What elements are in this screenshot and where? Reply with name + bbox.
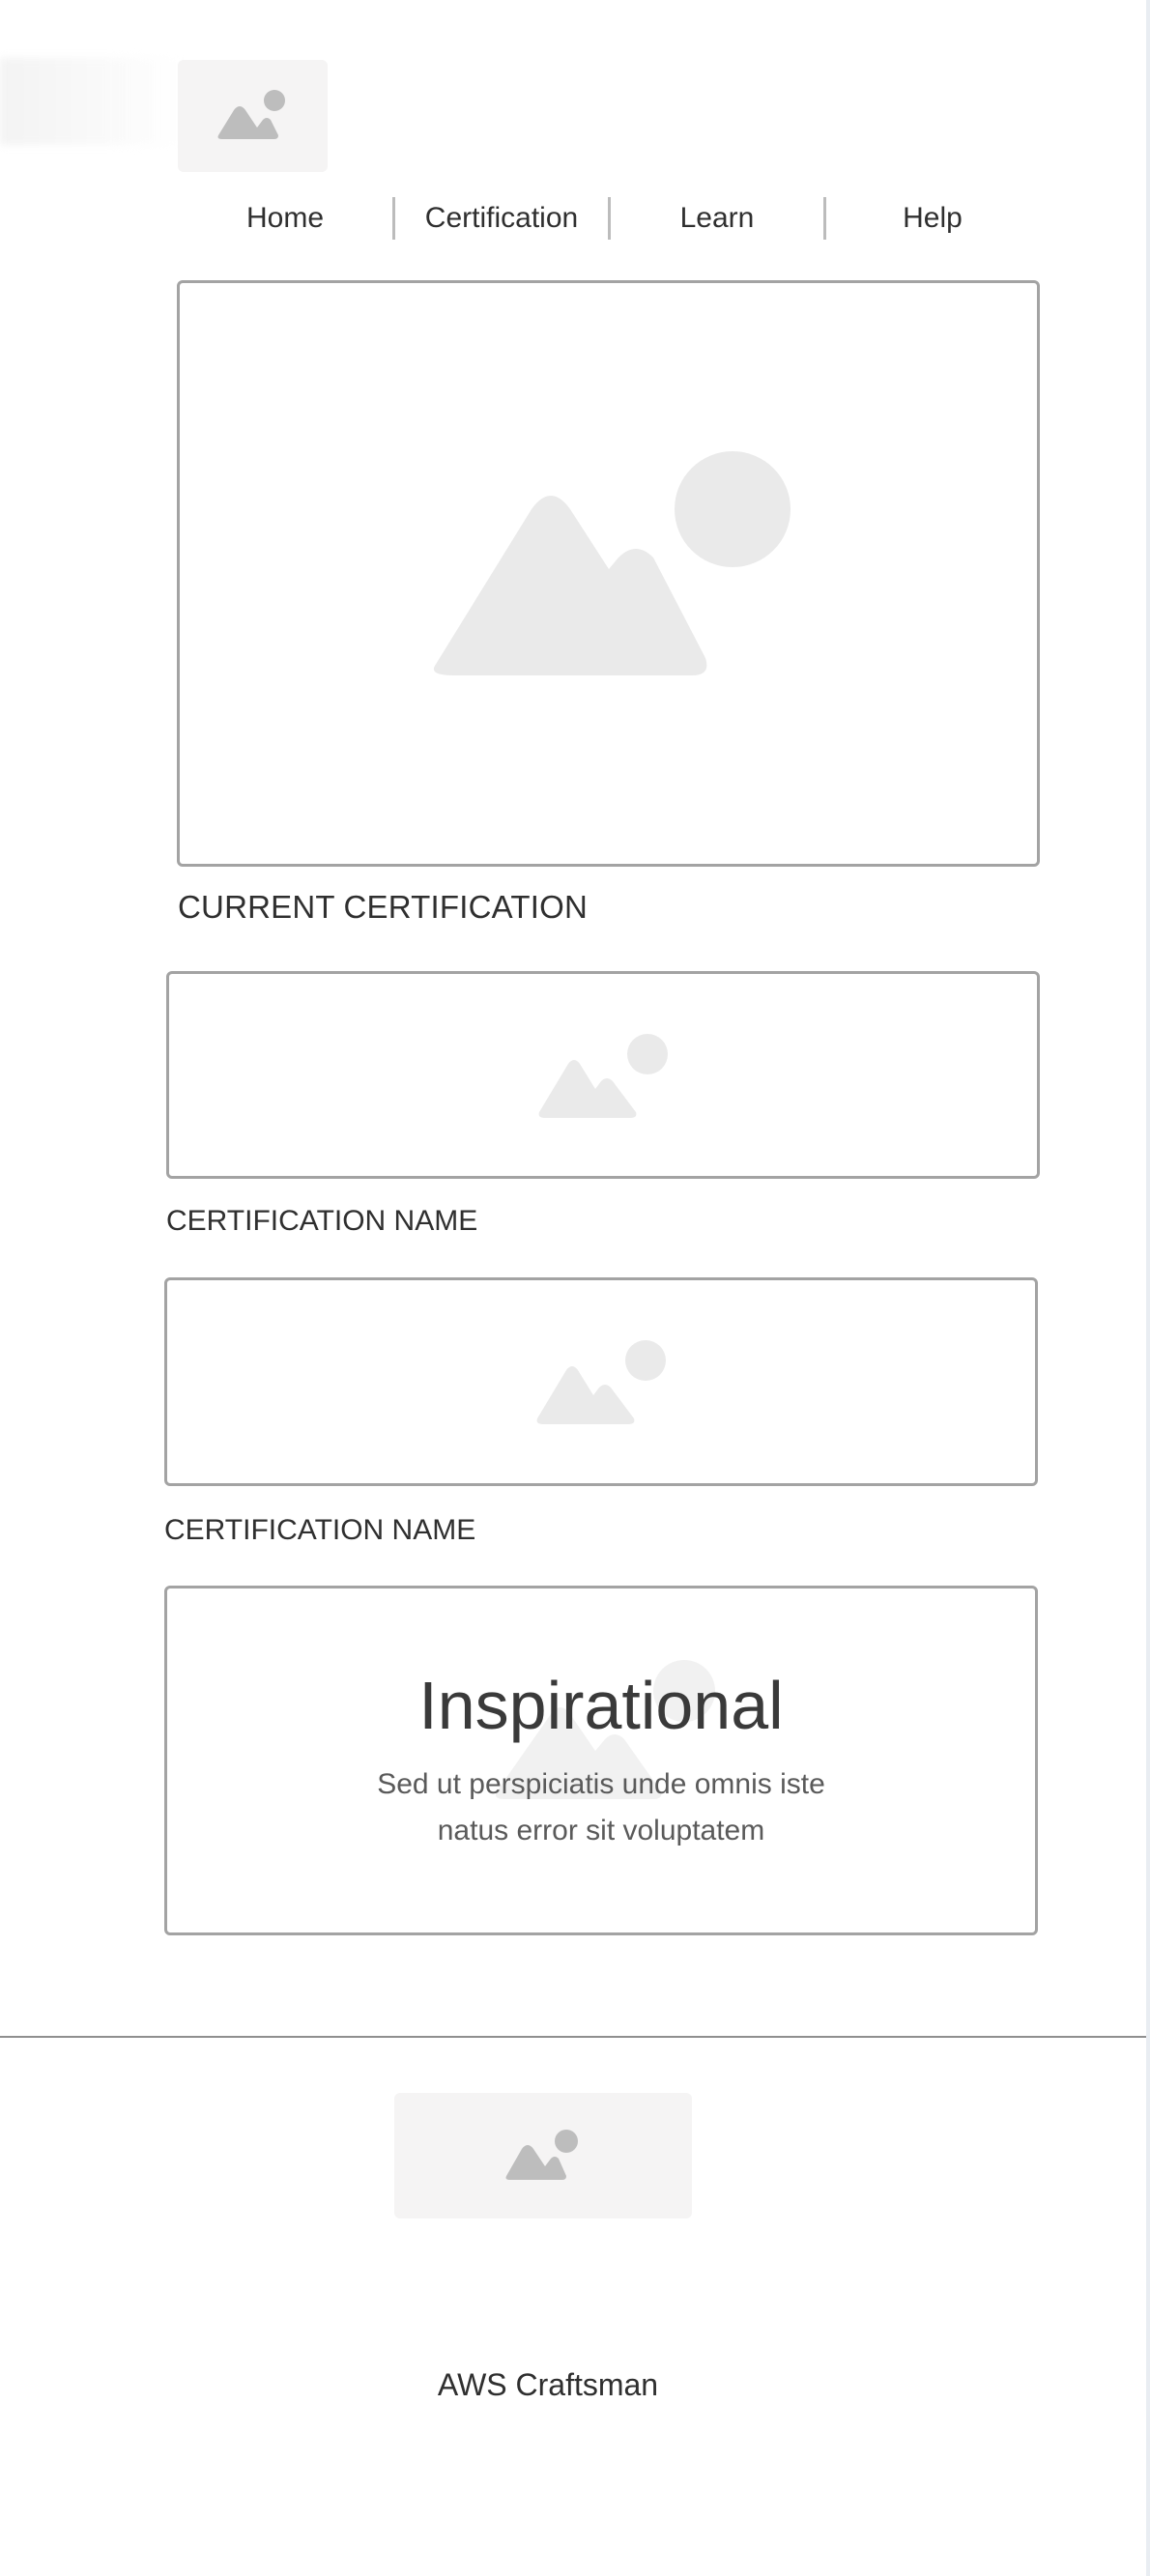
image-placeholder-icon bbox=[217, 90, 285, 139]
inspirational-title: Inspirational bbox=[418, 1668, 784, 1743]
nav-help[interactable]: Help bbox=[826, 193, 1039, 243]
certification-card[interactable] bbox=[164, 1277, 1038, 1486]
inspirational-body: Sed ut perspiciatis unde omnis iste natu… bbox=[377, 1768, 825, 1846]
footer-brand-text: AWS Craftsman bbox=[437, 2367, 659, 2402]
current-certification-heading: CURRENT CERTIFICATION bbox=[178, 889, 589, 925]
nav-learn[interactable]: Learn bbox=[611, 193, 823, 243]
image-placeholder-icon bbox=[538, 1033, 668, 1118]
header-logo[interactable] bbox=[178, 60, 328, 172]
footer-logo[interactable] bbox=[394, 2093, 692, 2218]
image-placeholder-icon bbox=[505, 2130, 578, 2180]
certification-name-label: CERTIFICATION NAME bbox=[164, 1514, 476, 1546]
hero-image bbox=[177, 280, 1040, 867]
main-nav: Home Certification Learn Help bbox=[178, 193, 1038, 243]
right-edge-strip bbox=[1146, 0, 1150, 2576]
nav-certification[interactable]: Certification bbox=[395, 193, 608, 243]
nav-home[interactable]: Home bbox=[178, 193, 392, 243]
certification-card[interactable] bbox=[166, 971, 1040, 1179]
image-placeholder-icon bbox=[536, 1340, 666, 1424]
footer-divider bbox=[0, 2036, 1146, 2038]
certification-name-label: CERTIFICATION NAME bbox=[166, 1205, 478, 1237]
image-placeholder-icon bbox=[433, 450, 791, 675]
blurred-logo bbox=[0, 58, 184, 145]
inspirational-card: Inspirational Sed ut perspiciatis unde o… bbox=[164, 1586, 1038, 1935]
